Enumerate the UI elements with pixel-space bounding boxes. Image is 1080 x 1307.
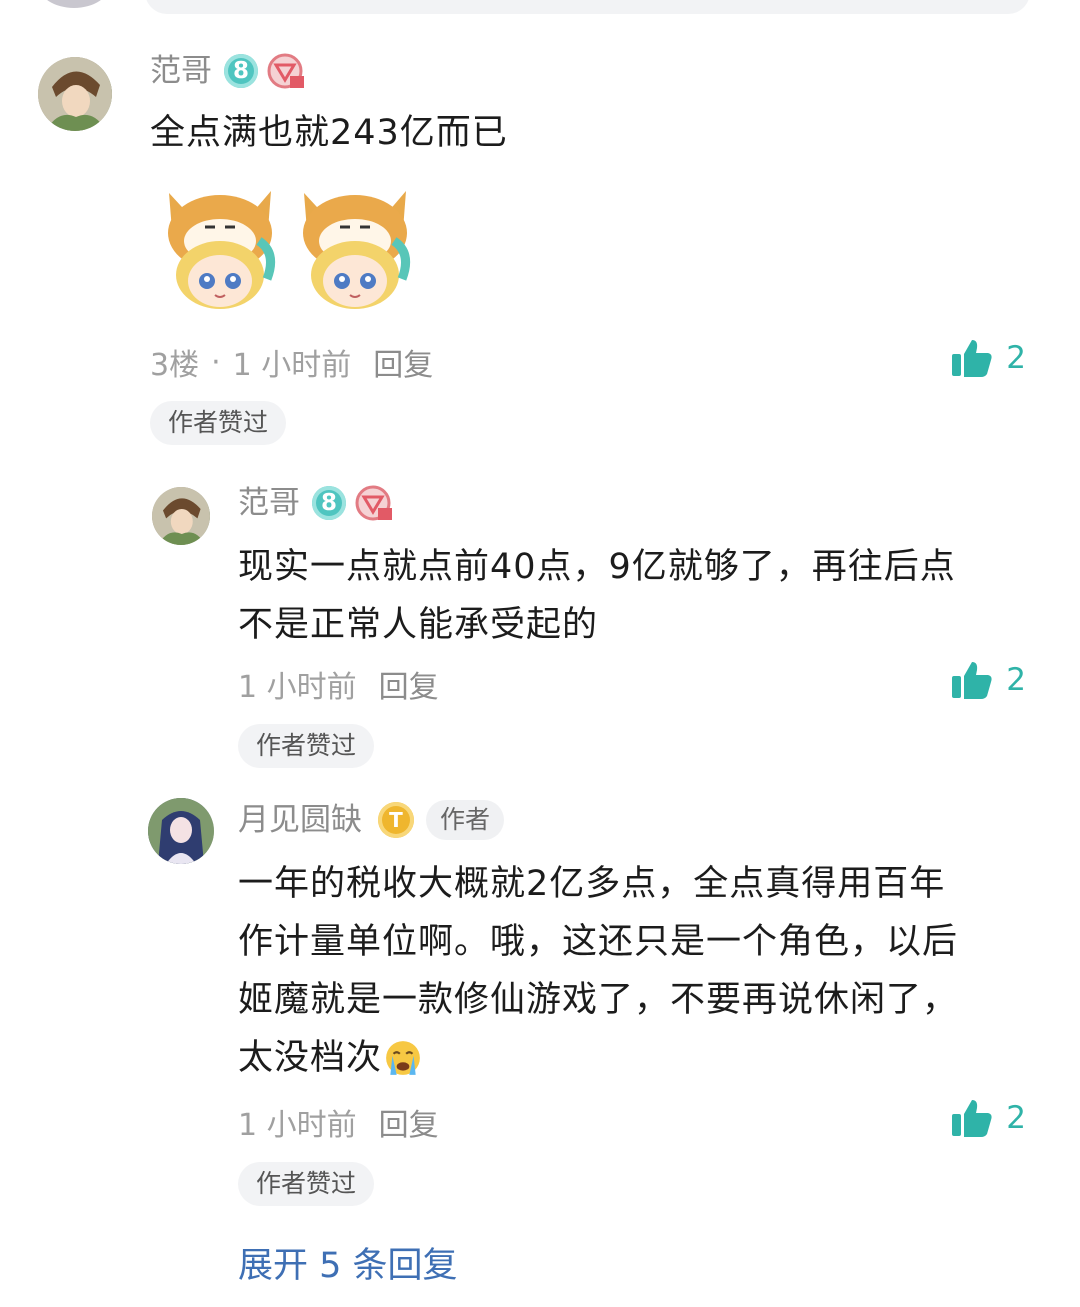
avatar-image: [38, 57, 112, 131]
reply-text: 现实一点就点前40点，9亿就够了，再往后点 不是正常人能承受起的: [238, 538, 956, 654]
username[interactable]: 范哥: [150, 53, 212, 89]
reply-header: 范哥 8: [238, 484, 392, 522]
reply-header: 月见圆缺 T 作者: [238, 800, 505, 840]
avatar-image: [152, 487, 210, 545]
reply-text-line: 不是正常人能承受起的: [238, 605, 599, 645]
avatar[interactable]: [152, 487, 210, 545]
thumbs-up-icon: [952, 1100, 992, 1137]
previous-input-bar[interactable]: [145, 0, 1030, 14]
comment-time: 1 小时前: [232, 348, 352, 383]
avatar[interactable]: [38, 57, 112, 131]
shiba-hood-girl-sticker[interactable]: [290, 183, 420, 311]
level-badge: 8: [224, 54, 258, 88]
like-button[interactable]: 2: [950, 658, 1026, 702]
reply-text-last-line: 太没档次: [238, 1029, 958, 1087]
comment-meta: 3楼 · 1 小时前 回复: [150, 340, 433, 384]
t-badge: T: [378, 802, 414, 838]
reply-meta: 1 小时前 回复: [238, 662, 439, 706]
reply-button[interactable]: 回复: [379, 662, 439, 706]
reply-text: 一年的税收大概就2亿多点，全点真得用百年 作计量单位啊。哦，这还只是一个角色，以…: [238, 855, 958, 1087]
crying-face-emoji: [386, 1041, 420, 1075]
avatar[interactable]: [148, 798, 214, 864]
reply-text-line: 太没档次: [238, 1038, 383, 1078]
username[interactable]: 月见圆缺: [238, 802, 362, 838]
reply-text-line: 现实一点就点前40点，9亿就够了，再往后点: [238, 547, 956, 587]
floor-number: 3楼: [150, 348, 200, 383]
level-badge: 8: [312, 486, 346, 520]
reply-meta: 1 小时前 回复: [238, 1100, 439, 1144]
avatar-image: [148, 798, 214, 864]
reply-text-line: 作计量单位啊。哦，这还只是一个角色，以后: [238, 922, 959, 962]
author-liked-chip: 作者赞过: [238, 1162, 375, 1206]
thumbs-up-icon: [952, 340, 992, 377]
previous-avatar: [38, 0, 110, 8]
vip-badge-icon: [354, 484, 392, 522]
like-count: 2: [1006, 662, 1026, 698]
author-liked-chip: 作者赞过: [150, 401, 287, 445]
comment-text: 全点满也就243亿而已: [150, 113, 508, 153]
comment-header: 范哥 8: [150, 52, 304, 90]
author-liked-chip: 作者赞过: [238, 724, 375, 768]
shiba-hood-girl-sticker[interactable]: [155, 183, 285, 311]
like-count: 2: [1006, 340, 1026, 376]
like-button[interactable]: 2: [950, 336, 1026, 380]
meta-separator: ·: [211, 344, 221, 380]
reply-text-line: 一年的税收大概就2亿多点，全点真得用百年: [238, 864, 946, 904]
comment-time: 1 小时前: [238, 1108, 357, 1143]
username[interactable]: 范哥: [238, 485, 300, 521]
reply-text-line: 姬魔就是一款修仙游戏了，不要再说休闲了，: [238, 980, 959, 1020]
comment-time: 1 小时前: [238, 670, 357, 705]
thumbs-up-icon: [952, 662, 992, 699]
vip-badge-icon: [266, 52, 304, 90]
reply-button[interactable]: 回复: [373, 340, 433, 384]
expand-replies-link[interactable]: 展开 5 条回复: [238, 1240, 458, 1292]
reply-button[interactable]: 回复: [379, 1100, 439, 1144]
author-tag: 作者: [426, 800, 505, 840]
like-count: 2: [1006, 1100, 1026, 1136]
like-button[interactable]: 2: [950, 1096, 1026, 1140]
